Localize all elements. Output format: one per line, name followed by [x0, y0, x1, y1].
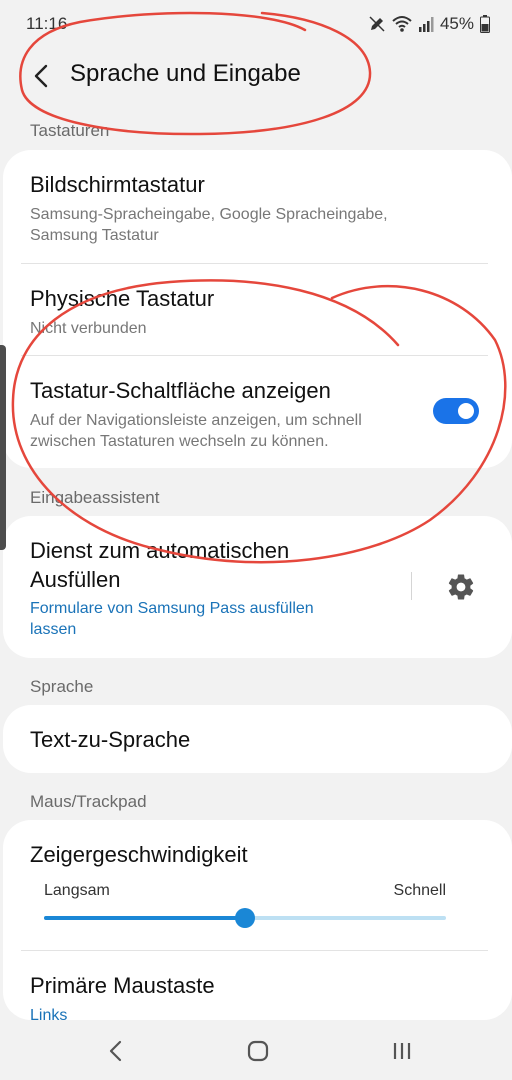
nav-back-icon[interactable]: [101, 1036, 131, 1066]
pointer-speed-title: Zeigergeschwindigkeit: [30, 842, 248, 867]
section-label-keyboards: Tastaturen: [30, 121, 110, 140]
back-arrow-icon[interactable]: [28, 62, 56, 90]
physical-keyboard-sub: Nicht verbunden: [30, 320, 147, 337]
nav-recents-icon[interactable]: [387, 1036, 417, 1066]
vertical-separator: [411, 572, 412, 600]
autofill-link-2: lassen: [30, 621, 77, 638]
battery-percent: 45%: [439, 14, 474, 33]
keyboards-card: Bildschirmtastatur Samsung-Spracheingabe…: [3, 150, 512, 468]
navigation-bar: [0, 1020, 512, 1080]
row-text-to-speech[interactable]: Text-zu-Sprache: [3, 705, 512, 773]
show-keyboard-button-sub-2: zwischen Tastaturen wechseln zu können.: [30, 433, 329, 450]
onscreen-keyboard-sub-1: Samsung-Spracheingabe, Google Spracheing…: [30, 206, 388, 223]
mouse-card: Zeigergeschwindigkeit Langsam Schnell Pr…: [3, 820, 512, 1024]
show-keyboard-button-toggle[interactable]: [433, 398, 479, 424]
status-icons: 45%: [368, 14, 490, 34]
row-autofill-service[interactable]: Dienst zum automatischen Ausfüllen Formu…: [3, 516, 512, 658]
primary-mouse-button-title: Primäre Maustaste: [30, 973, 215, 998]
autofill-title-2: Ausfüllen: [30, 567, 121, 592]
text-to-speech-title: Text-zu-Sprache: [30, 727, 191, 752]
autofill-link-1: Formulare von Samsung Pass ausfüllen: [30, 600, 314, 617]
row-pointer-speed: Zeigergeschwindigkeit Langsam Schnell: [3, 820, 512, 948]
battery-icon: [480, 15, 490, 33]
show-keyboard-button-sub-1: Auf der Navigationsleiste anzeigen, um s…: [30, 412, 362, 429]
edge-panel-handle[interactable]: [0, 345, 6, 550]
autofill-card: Dienst zum automatischen Ausfüllen Formu…: [3, 516, 512, 658]
edit-pen-icon: [369, 16, 385, 32]
wifi-icon: [392, 16, 412, 32]
toggle-knob: [456, 401, 476, 421]
section-label-input-assistant: Eingabeassistent: [30, 488, 160, 507]
page-title: Sprache und Eingabe: [70, 60, 301, 87]
app-header: Sprache und Eingabe: [0, 50, 512, 110]
slider-knob[interactable]: [235, 908, 255, 928]
section-label-language: Sprache: [30, 677, 94, 696]
status-bar: 11:16 45%: [0, 0, 512, 50]
row-primary-mouse-button[interactable]: Primäre Maustaste Links: [3, 951, 512, 1024]
onscreen-keyboard-sub-2: Samsung Tastatur: [30, 227, 159, 244]
autofill-title-1: Dienst zum automatischen: [30, 538, 290, 563]
status-time: 11:16: [26, 14, 68, 33]
signal-icon: [418, 17, 434, 32]
show-keyboard-button-title: Tastatur-Schaltfläche anzeigen: [30, 378, 331, 403]
slider-slow-label: Langsam: [44, 882, 110, 899]
tts-card: Text-zu-Sprache: [3, 705, 512, 773]
gear-icon[interactable]: [446, 572, 476, 602]
row-physical-keyboard[interactable]: Physische Tastatur Nicht verbunden: [3, 264, 512, 356]
row-onscreen-keyboard[interactable]: Bildschirmtastatur Samsung-Spracheingabe…: [3, 150, 512, 262]
onscreen-keyboard-title: Bildschirmtastatur: [30, 172, 205, 197]
slider-fast-label: Schnell: [393, 882, 446, 899]
section-label-mouse: Maus/Trackpad: [30, 792, 147, 811]
physical-keyboard-title: Physische Tastatur: [30, 286, 215, 311]
row-show-keyboard-button[interactable]: Tastatur-Schaltfläche anzeigen Auf der N…: [3, 356, 512, 468]
slider-fill: [44, 916, 245, 920]
pointer-speed-slider[interactable]: [44, 908, 446, 928]
nav-home-icon[interactable]: [243, 1036, 273, 1066]
